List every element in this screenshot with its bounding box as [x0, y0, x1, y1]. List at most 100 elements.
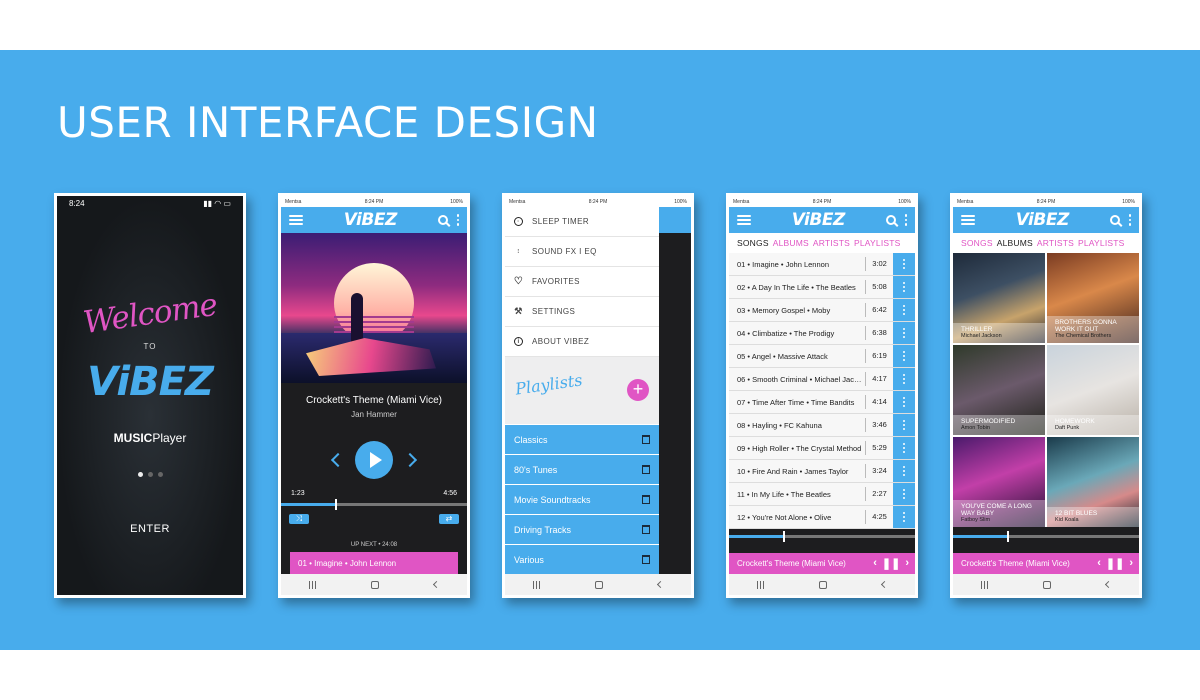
song-row-more-icon[interactable] — [893, 483, 915, 505]
tab-artists[interactable]: ARTISTS — [813, 238, 850, 248]
pause-icon[interactable]: ❚❚ — [882, 557, 900, 570]
playlist-item[interactable]: Classics — [505, 425, 659, 454]
song-row-more-icon[interactable] — [893, 276, 915, 298]
trash-icon[interactable] — [642, 555, 650, 564]
search-icon[interactable] — [885, 215, 896, 225]
search-icon[interactable] — [1109, 215, 1120, 225]
song-row-more-icon[interactable] — [893, 253, 915, 275]
song-row[interactable]: 01 • Imagine • John Lennon 3:02 — [729, 253, 915, 276]
song-row-more-icon[interactable] — [893, 345, 915, 367]
playlist-item[interactable]: Movie Soundtracks — [505, 485, 659, 514]
back-icon[interactable] — [1105, 580, 1113, 589]
previous-icon[interactable]: ‹ — [1097, 557, 1101, 570]
album-tile[interactable]: SUPERMODIFIED Amon Tobin — [953, 345, 1045, 435]
pause-icon[interactable]: ❚❚ — [1106, 557, 1124, 570]
album-tile[interactable]: HOMEWORK Daft Punk — [1047, 345, 1139, 435]
more-options-icon[interactable] — [1128, 214, 1131, 226]
tab-playlists[interactable]: PLAYLISTS — [854, 238, 901, 248]
trash-icon[interactable] — [642, 495, 650, 504]
song-row-more-icon[interactable] — [893, 391, 915, 413]
home-icon[interactable] — [819, 580, 828, 589]
back-icon[interactable] — [433, 580, 441, 589]
progress-bar[interactable] — [953, 531, 1139, 542]
progress-knob[interactable] — [1006, 531, 1009, 542]
song-row[interactable]: 08 • Hayling • FC Kahuna 3:46 — [729, 414, 915, 437]
recents-icon[interactable] — [308, 580, 317, 589]
album-tile[interactable]: YOU'VE COME A LONG WAY BABY Fatboy Slim — [953, 437, 1045, 527]
song-row[interactable]: 05 • Angel • Massive Attack 6:19 — [729, 345, 915, 368]
album-tile[interactable]: BROTHERS GONNA WORK IT OUT The Chemical B… — [1047, 253, 1139, 343]
more-options-icon[interactable] — [904, 214, 907, 226]
playlist-label: Movie Soundtracks — [514, 494, 591, 505]
song-row-more-icon[interactable] — [893, 460, 915, 482]
add-playlist-button[interactable]: + — [627, 379, 649, 401]
song-row-more-icon[interactable] — [893, 414, 915, 436]
song-row[interactable]: 09 • High Roller • The Crystal Method 5:2… — [729, 437, 915, 460]
back-icon[interactable] — [657, 580, 665, 589]
back-icon[interactable] — [881, 580, 889, 589]
progress-knob[interactable] — [782, 531, 785, 542]
menu-item-sound-fx[interactable]: ⫶ SOUND FX I EQ — [505, 237, 659, 267]
song-row[interactable]: 06 • Smooth Criminal • Michael Jackson 4:… — [729, 368, 915, 391]
song-row[interactable]: 07 • Time After Time • Time Bandits 4:14 — [729, 391, 915, 414]
menu-item-settings[interactable]: ⚒ SETTINGS — [505, 297, 659, 327]
next-icon[interactable]: › — [905, 557, 909, 570]
home-icon[interactable] — [371, 580, 380, 589]
progress-bar[interactable] — [281, 499, 467, 510]
recents-icon[interactable] — [532, 580, 541, 589]
tab-albums[interactable]: ALBUMS — [773, 238, 809, 248]
hamburger-menu-icon[interactable] — [737, 215, 751, 225]
home-icon[interactable] — [1043, 580, 1052, 589]
playlist-item[interactable]: 80's Tunes — [505, 455, 659, 484]
song-row-more-icon[interactable] — [893, 506, 915, 528]
song-row-more-icon[interactable] — [893, 322, 915, 344]
home-icon[interactable] — [595, 580, 604, 589]
up-next-bar[interactable]: 01 • Imagine • John Lennon — [290, 552, 458, 574]
system-nav-bar — [729, 574, 915, 595]
previous-icon[interactable] — [330, 452, 346, 468]
search-icon[interactable] — [437, 215, 448, 225]
tab-albums[interactable]: ALBUMS — [997, 238, 1033, 248]
now-playing-bar[interactable]: Crockett's Theme (Miami Vice) ‹ ❚❚ › — [953, 553, 1139, 574]
hamburger-menu-icon[interactable] — [289, 215, 303, 225]
song-row-more-icon[interactable] — [893, 437, 915, 459]
shuffle-icon[interactable]: ⤨ — [289, 514, 309, 524]
recents-icon[interactable] — [756, 580, 765, 589]
recents-icon[interactable] — [980, 580, 989, 589]
previous-icon[interactable]: ‹ — [873, 557, 877, 570]
song-row[interactable]: 03 • Memory Gospel • Moby 6:42 — [729, 299, 915, 322]
trash-icon[interactable] — [642, 435, 650, 444]
trash-icon[interactable] — [642, 465, 650, 474]
song-row-more-icon[interactable] — [893, 299, 915, 321]
menu-item-about[interactable]: i ABOUT VIBEZ — [505, 327, 659, 357]
hamburger-menu-icon[interactable] — [961, 215, 975, 225]
menu-item-favorites[interactable]: ♡ FAVORITES — [505, 267, 659, 297]
song-row-title: 02 • A Day In The Life • The Beatles — [737, 282, 856, 292]
playlist-item[interactable]: Driving Tracks — [505, 515, 659, 544]
song-row[interactable]: 12 • You're Not Alone • Olive 4:25 — [729, 506, 915, 529]
song-row[interactable]: 10 • Fire And Rain • James Taylor 3:24 — [729, 460, 915, 483]
tab-playlists[interactable]: PLAYLISTS — [1078, 238, 1125, 248]
song-row[interactable]: 11 • In My Life • The Beatles 2:27 — [729, 483, 915, 506]
trash-icon[interactable] — [642, 525, 650, 534]
progress-bar[interactable] — [729, 531, 915, 542]
song-row-more-icon[interactable] — [893, 368, 915, 390]
play-button[interactable] — [355, 441, 393, 479]
next-icon[interactable]: › — [1129, 557, 1133, 570]
tab-artists[interactable]: ARTISTS — [1037, 238, 1074, 248]
progress-knob[interactable] — [334, 499, 337, 510]
album-tile[interactable]: 12 BIT BLUES Kid Koala — [1047, 437, 1139, 527]
tab-songs[interactable]: SONGS — [737, 238, 769, 248]
album-title: YOU'VE COME A LONG WAY BABY — [961, 503, 1032, 517]
album-tile[interactable]: THRILLER Michael Jackson — [953, 253, 1045, 343]
song-row[interactable]: 04 • Climbatize • The Prodigy 6:38 — [729, 322, 915, 345]
menu-item-sleep-timer[interactable]: · SLEEP TIMER — [505, 207, 659, 237]
now-playing-bar[interactable]: Crockett's Theme (Miami Vice) ‹ ❚❚ › — [729, 553, 915, 574]
repeat-icon[interactable]: ⇄ — [439, 514, 459, 524]
enter-button[interactable]: ENTER — [57, 523, 243, 535]
more-options-icon[interactable] — [456, 214, 459, 226]
song-row[interactable]: 02 • A Day In The Life • The Beatles 5:08 — [729, 276, 915, 299]
tab-songs[interactable]: SONGS — [961, 238, 993, 248]
next-icon[interactable] — [402, 452, 418, 468]
playlist-item[interactable]: Various — [505, 545, 659, 574]
